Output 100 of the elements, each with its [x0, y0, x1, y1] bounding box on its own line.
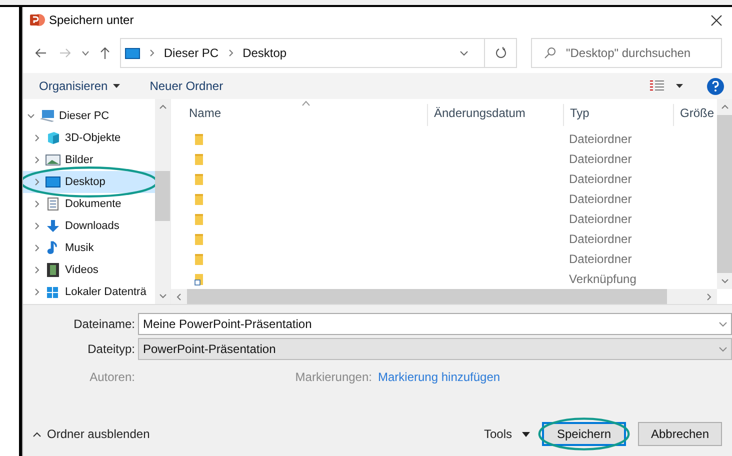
- window-title: Speichern unter: [49, 12, 134, 29]
- chevron-right-icon: [148, 49, 156, 57]
- filename-field[interactable]: Meine PowerPoint-Präsentation: [138, 313, 732, 335]
- breadcrumb-item[interactable]: Dieser PC: [164, 44, 219, 62]
- chevron-right-icon: [33, 244, 41, 252]
- chevron-down-icon: [460, 50, 468, 56]
- caret-icon: [522, 432, 530, 436]
- tools-button[interactable]: Tools: [484, 425, 530, 443]
- down-arrow-icon: [45, 219, 61, 233]
- chevron-down-icon: [719, 322, 727, 326]
- table-cell-text: Dateiordner: [568, 251, 632, 268]
- table-cell-text: Dateiordner: [568, 171, 632, 188]
- table-cell-text: Dateiordner: [568, 151, 632, 168]
- folder-icon: [194, 132, 204, 146]
- sort-indicator-icon: [302, 101, 310, 106]
- table-cell-text: Dateiordner: [568, 231, 632, 248]
- film-icon: [45, 263, 61, 277]
- search-field[interactable]: "Desktop" durchsuchen: [531, 38, 722, 68]
- folder-icon: [194, 172, 204, 186]
- organize-button[interactable]: Organisieren: [39, 77, 120, 95]
- search-input[interactable]: "Desktop" durchsuchen: [566, 44, 721, 62]
- help-icon: [712, 80, 719, 92]
- scroll-left-icon: [175, 292, 183, 300]
- scrollbar[interactable]: [155, 99, 170, 304]
- chevron-down-icon: [27, 112, 35, 120]
- caret-icon: [676, 84, 683, 88]
- column-header[interactable]: Name: [171, 104, 427, 126]
- hide-folders-button[interactable]: Ordner ausblenden: [33, 425, 150, 443]
- new-folder-button[interactable]: Neuer Ordner: [150, 77, 224, 95]
- view-options-button[interactable]: [650, 80, 683, 92]
- document-icon: [45, 197, 61, 211]
- tree-item[interactable]: Downloads: [23, 215, 155, 237]
- drive-icon: [45, 285, 61, 299]
- list-view-icon: [650, 80, 664, 92]
- dialog-button[interactable]: Speichern: [542, 422, 626, 446]
- tree-item[interactable]: 3D-Objekte: [23, 127, 155, 149]
- tree-item[interactable]: Bilder: [23, 149, 155, 171]
- field-label: Dateityp:: [86, 341, 136, 358]
- up-button[interactable]: [98, 45, 112, 61]
- tree-label: Videos: [65, 262, 98, 278]
- chevron-down-icon: [82, 50, 89, 56]
- tree-item[interactable]: Dieser PC: [23, 105, 155, 127]
- column-header[interactable]: Größe: [673, 104, 713, 126]
- close-button[interactable]: [708, 12, 724, 28]
- column-header[interactable]: Typ: [563, 104, 673, 126]
- scroll-up-icon: [158, 103, 166, 111]
- folder-icon: [194, 212, 204, 226]
- chevron-right-icon: [33, 288, 41, 296]
- filename-input[interactable]: Meine PowerPoint-Präsentation: [143, 315, 719, 333]
- left-arrow-icon: [34, 48, 47, 58]
- tree-label: Desktop: [65, 174, 106, 190]
- chevron-right-icon: [33, 266, 41, 274]
- chevron-up-icon: [33, 432, 41, 436]
- tree-item[interactable]: Musik: [23, 237, 155, 259]
- picture-icon: [45, 153, 61, 167]
- address-bar[interactable]: Dieser PC Desktop: [120, 38, 517, 68]
- chevron-right-icon: [33, 156, 41, 164]
- scrollbar-thumb[interactable]: [155, 171, 170, 221]
- table-cell-text: Verknüpfung: [568, 271, 636, 288]
- dialog-button[interactable]: Abbrechen: [638, 422, 722, 446]
- right-arrow-icon: [58, 48, 71, 58]
- monitor-icon: [45, 175, 61, 189]
- field-label: Markierungen:: [294, 369, 373, 386]
- chevron-right-icon: [33, 222, 41, 230]
- filetype-dropdown[interactable]: PowerPoint-Präsentation: [138, 338, 732, 360]
- chevron-down-icon: [719, 346, 727, 352]
- up-arrow-icon: [100, 47, 110, 59]
- folder-icon: [194, 152, 204, 166]
- scrollbar-thumb[interactable]: [717, 115, 732, 273]
- tree-item[interactable]: Dokumente: [23, 193, 155, 215]
- chevron-right-icon: [33, 178, 41, 186]
- tree-label: Bilder: [65, 152, 94, 168]
- help-button[interactable]: [707, 78, 724, 94]
- breadcrumb-item[interactable]: Desktop: [242, 44, 287, 62]
- computer-icon: [39, 109, 55, 123]
- tree-item[interactable]: Lokaler Datenträ: [23, 281, 155, 303]
- scroll-right-icon: [705, 292, 713, 300]
- chevron-right-icon: [226, 49, 235, 57]
- close-icon: [710, 14, 722, 26]
- tree-item[interactable]: Videos: [23, 259, 155, 281]
- scroll-down-icon: [720, 277, 728, 285]
- table-cell-text: Dateiordner: [568, 211, 632, 228]
- scrollbar[interactable]: [717, 99, 732, 289]
- chevron-right-icon: [33, 134, 41, 142]
- tree-item[interactable]: Desktop: [23, 171, 155, 193]
- tree-label: Downloads: [65, 218, 120, 234]
- search-icon: [544, 47, 556, 59]
- tree-label: Musik: [65, 240, 94, 256]
- table-cell-text: Dateiordner: [568, 131, 632, 148]
- tree-label: Dieser PC: [59, 108, 110, 124]
- tree-label: Lokaler Datenträ: [65, 284, 146, 300]
- folder-icon: [194, 252, 204, 266]
- shortcut-icon: [194, 272, 204, 286]
- add-tag-link[interactable]: Markierung hinzufügen: [378, 368, 500, 386]
- column-header[interactable]: Änderungsdatum: [427, 104, 563, 126]
- field-label: Dateiname:: [72, 316, 136, 333]
- chevron-right-icon: [33, 200, 41, 208]
- caret-icon: [112, 84, 120, 88]
- field-label: Autoren:: [88, 369, 136, 386]
- cube-icon: [45, 131, 61, 145]
